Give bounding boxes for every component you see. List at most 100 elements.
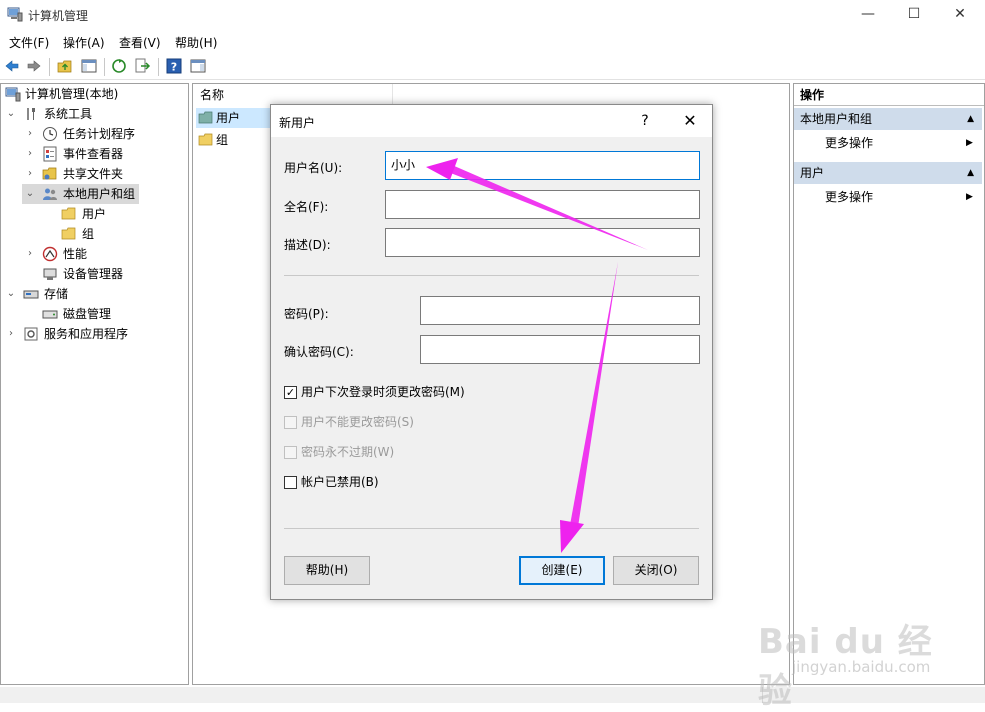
- menu-action[interactable]: 操作(A): [63, 34, 105, 51]
- description-label: 描述(D):: [284, 238, 331, 252]
- divider: [284, 275, 699, 276]
- title-bar: 计算机管理 — ☐ ✕: [0, 0, 985, 30]
- actions-pane-title: 操作: [794, 84, 984, 106]
- more-actions-link[interactable]: 更多操作: [825, 133, 873, 153]
- cannot-change-password-checkbox: 用户不能更改密码(S): [284, 412, 584, 432]
- tree-item-local-users-groups[interactable]: ⌄ 本地用户和组: [22, 184, 139, 204]
- device-manager-icon: [43, 268, 57, 280]
- folder-icon: [61, 227, 76, 240]
- collapse-arrow-icon[interactable]: ▲: [967, 162, 974, 184]
- chevron-down-icon[interactable]: ⌄: [24, 184, 36, 204]
- toolbar-separator: [104, 58, 105, 76]
- tree-item-groups[interactable]: 组: [3, 224, 187, 244]
- maximize-button[interactable]: ☐: [891, 0, 937, 30]
- actions-section-local-users-groups[interactable]: 本地用户和组 ▲: [794, 108, 982, 130]
- more-actions-link[interactable]: 更多操作: [825, 187, 873, 207]
- svg-text:?: ?: [171, 61, 177, 74]
- list-item-groups[interactable]: 组: [196, 130, 270, 150]
- folder-icon: [198, 111, 213, 124]
- action-pane-icon[interactable]: [190, 58, 206, 74]
- computer-management-icon: [7, 7, 23, 22]
- divider: [284, 528, 699, 529]
- fullname-field[interactable]: [385, 190, 700, 219]
- refresh-icon[interactable]: [111, 58, 127, 74]
- export-list-icon[interactable]: [135, 58, 151, 74]
- column-header-name[interactable]: 名称: [193, 84, 393, 106]
- tree-item-task-scheduler[interactable]: › 任务计划程序: [3, 124, 187, 144]
- help-icon[interactable]: ?: [166, 58, 182, 74]
- close-button[interactable]: ✕: [937, 0, 983, 30]
- username-label: 用户名(U):: [284, 161, 343, 175]
- menu-file[interactable]: 文件(F): [9, 34, 49, 51]
- tree-item-performance[interactable]: › 性能: [3, 244, 187, 264]
- password-never-expires-checkbox: 密码永不过期(W): [284, 442, 584, 462]
- clock-icon: [43, 127, 57, 141]
- forward-arrow-icon[interactable]: [26, 58, 42, 74]
- dialog-title-bar: 新用户 ? ✕: [271, 105, 712, 137]
- minimize-button[interactable]: —: [845, 0, 891, 30]
- must-change-password-checkbox[interactable]: ✓ 用户下次登录时须更改密码(M): [284, 382, 584, 402]
- storage-icon: [23, 290, 39, 299]
- password-label: 密码(P):: [284, 307, 329, 321]
- chevron-right-icon[interactable]: ›: [24, 244, 36, 264]
- tree-item-storage[interactable]: ⌄ 存储: [3, 284, 187, 304]
- event-viewer-icon: [43, 146, 57, 162]
- folder-icon: [61, 207, 76, 220]
- tree-item-shared-folders[interactable]: › 共享文件夹: [3, 164, 187, 184]
- actions-section-users[interactable]: 用户 ▲: [794, 162, 982, 184]
- create-button[interactable]: 创建(E): [519, 556, 605, 585]
- username-field[interactable]: 小小: [385, 151, 700, 180]
- menu-bar: 文件(F) 操作(A) 查看(V) 帮助(H): [0, 30, 985, 52]
- toolbar: ?: [0, 54, 985, 80]
- disk-icon: [42, 310, 58, 319]
- dialog-title: 新用户: [279, 116, 316, 130]
- close-icon[interactable]: ✕: [676, 109, 704, 133]
- chevron-down-icon[interactable]: ⌄: [5, 104, 17, 124]
- show-hide-console-tree-icon[interactable]: [81, 58, 97, 74]
- chevron-right-icon[interactable]: ›: [24, 144, 36, 164]
- shared-folder-icon: [42, 167, 57, 180]
- toolbar-separator: [158, 58, 159, 76]
- baidu-watermark: Bai du 经验 jingyan.baidu.com: [758, 604, 938, 711]
- description-field[interactable]: [385, 228, 700, 257]
- list-item-users[interactable]: 用户: [196, 108, 270, 128]
- toolbar-separator: [49, 58, 50, 76]
- services-icon: [24, 327, 38, 341]
- submenu-arrow-icon: ▶: [966, 138, 973, 148]
- watermark-url: jingyan.baidu.com: [792, 658, 931, 676]
- chevron-right-icon[interactable]: ›: [5, 324, 17, 344]
- tree-item-users[interactable]: 用户: [3, 204, 187, 224]
- fullname-label: 全名(F):: [284, 200, 329, 214]
- tools-icon: [27, 108, 35, 120]
- chevron-right-icon[interactable]: ›: [24, 124, 36, 144]
- tree-item-disk-management[interactable]: 磁盘管理: [3, 304, 187, 324]
- tree-item-event-viewer[interactable]: › 事件查看器: [3, 144, 187, 164]
- checkbox-check-icon[interactable]: ✓: [284, 386, 297, 399]
- collapse-arrow-icon[interactable]: ▲: [967, 108, 974, 130]
- help-icon[interactable]: ?: [635, 111, 655, 131]
- tree-item-computer-management[interactable]: 计算机管理(本地): [3, 84, 187, 104]
- account-disabled-checkbox[interactable]: 帐户已禁用(B): [284, 472, 584, 492]
- password-field[interactable]: [420, 296, 700, 325]
- tree-item-system-tools[interactable]: ⌄ 系统工具: [3, 104, 187, 124]
- chevron-down-icon[interactable]: ⌄: [5, 284, 17, 304]
- up-folder-icon[interactable]: [57, 58, 73, 74]
- column-header-spacer: [394, 84, 789, 106]
- new-user-dialog: 新用户 ? ✕ 用户名(U): 小小 全名(F): 描述(D): 密码(P): …: [270, 104, 713, 600]
- submenu-arrow-icon: ▶: [966, 192, 973, 202]
- users-group-icon: [43, 188, 57, 200]
- close-dialog-button[interactable]: 关闭(O): [613, 556, 699, 585]
- back-arrow-icon[interactable]: [4, 58, 20, 74]
- confirm-password-label: 确认密码(C):: [284, 345, 354, 359]
- performance-icon: [42, 246, 58, 262]
- menu-view[interactable]: 查看(V): [119, 34, 161, 51]
- computer-management-icon: [5, 87, 21, 102]
- window-title: 计算机管理: [28, 9, 89, 23]
- tree-item-services-applications[interactable]: › 服务和应用程序: [3, 324, 187, 344]
- chevron-right-icon[interactable]: ›: [24, 164, 36, 184]
- menu-help[interactable]: 帮助(H): [175, 34, 217, 51]
- tree-item-device-manager[interactable]: 设备管理器: [3, 264, 187, 284]
- help-button[interactable]: 帮助(H): [284, 556, 370, 585]
- folder-icon: [198, 133, 213, 146]
- confirm-password-field[interactable]: [420, 335, 700, 364]
